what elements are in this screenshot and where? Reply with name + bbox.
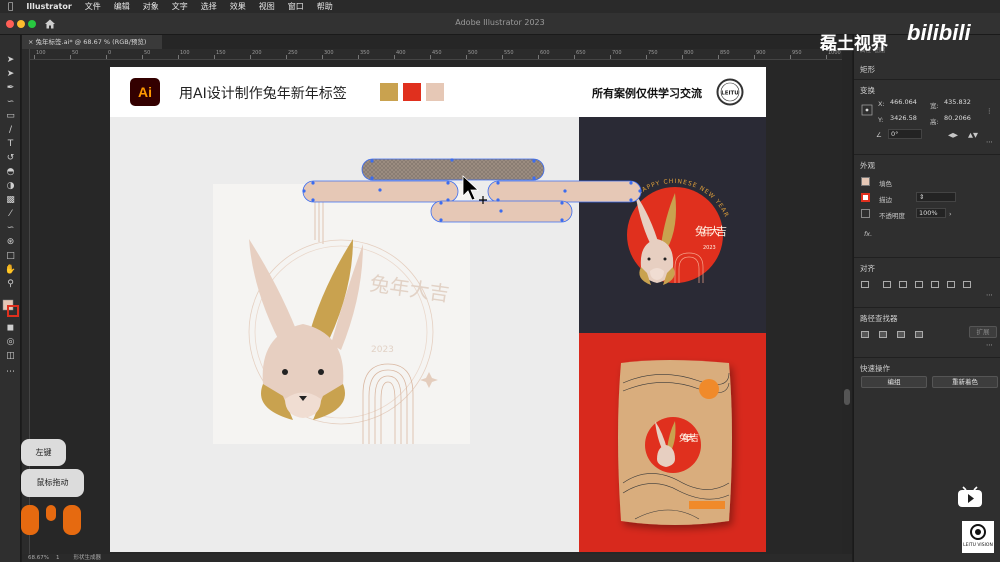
capsule-shape-top[interactable] [361, 158, 545, 181]
constrain-proportions-icon[interactable]: ⋮ [986, 107, 993, 115]
channel-watermark: 磊土视界 [820, 34, 888, 54]
object-type-label: 矩形 [860, 65, 875, 74]
opacity-icon [861, 209, 870, 218]
h-label: 高: [930, 118, 939, 126]
x-field[interactable]: 466.064 [888, 98, 924, 108]
y-field[interactable]: 3426.58 [888, 114, 924, 124]
align-top-icon[interactable] [915, 281, 923, 288]
opacity-label: 不透明度 [879, 212, 905, 220]
align-right-icon[interactable] [899, 281, 907, 288]
transform-title: 变换 [860, 86, 875, 95]
leitu-logo-text: LEITU VISION [963, 543, 993, 548]
minus-front-icon[interactable] [879, 331, 887, 338]
h-field[interactable]: 80.2066 [942, 114, 980, 124]
zoom-level[interactable]: 68.67% [28, 555, 49, 561]
opacity-field[interactable]: 100% [916, 208, 946, 218]
stroke-weight-field[interactable]: ⇕ [916, 192, 956, 202]
recolor-button[interactable]: 重新着色 [932, 376, 998, 388]
appearance-title: 外观 [860, 161, 875, 170]
current-tool-label: 形状生成器 [73, 555, 101, 561]
left-click-hint: 左键 [21, 439, 66, 466]
opacity-expand-icon[interactable]: › [949, 210, 952, 218]
stroke-label: 描边 [879, 196, 892, 204]
align-buttons [861, 281, 991, 291]
align-more-icon[interactable]: ⋯ [986, 291, 993, 299]
group-button[interactable]: 编组 [861, 376, 927, 388]
status-bar: 68.67% 1 形状生成器 [22, 554, 852, 562]
divider [854, 257, 1000, 258]
mouse-left-button-icon [21, 505, 39, 535]
x-label: X: [878, 100, 885, 108]
divider [854, 154, 1000, 155]
fill-label: 填色 [879, 180, 892, 188]
mouse-wheel-icon [46, 505, 56, 521]
align-left-icon[interactable] [861, 281, 869, 288]
intersect-icon[interactable] [897, 331, 905, 338]
fill-color-swatch[interactable] [861, 177, 870, 186]
align-title: 对齐 [860, 264, 875, 273]
distribute-icon[interactable] [963, 281, 971, 288]
stroke-color-swatch[interactable] [861, 193, 870, 202]
expand-button[interactable]: 扩展 [969, 326, 997, 338]
properties-panel: 属性 图层 矩形 变换 X: 466.064 宽: 435.832 Y: 342… [853, 35, 1000, 562]
exclude-icon[interactable] [915, 331, 923, 338]
divider [854, 307, 1000, 308]
align-vertical-center-icon[interactable] [931, 281, 939, 288]
quick-actions-title: 快速操作 [860, 364, 890, 373]
illustrator-window:  Illustrator 文件 编辑 对象 文字 选择 效果 视图 窗口 帮助… [0, 0, 1000, 562]
mouse-right-button-icon [63, 505, 81, 535]
pathfinder-buttons [861, 331, 941, 341]
effects-button[interactable]: fx. [864, 230, 872, 238]
leitu-vision-logo: LEITU VISION [962, 521, 994, 553]
pathfinder-title: 路径查找器 [860, 314, 898, 323]
bilibili-tv-icon [958, 486, 982, 507]
more-options-icon[interactable]: ⋯ [986, 138, 993, 146]
y-label: Y: [878, 116, 884, 124]
align-horizontal-center-icon[interactable] [883, 281, 891, 288]
flip-horizontal-icon[interactable]: ◀▶ [948, 131, 958, 139]
align-bottom-icon[interactable] [947, 281, 955, 288]
divider [854, 79, 1000, 80]
artboard-number[interactable]: 1 [56, 555, 60, 561]
bilibili-logo: bilibili [907, 20, 971, 45]
angle-field[interactable]: 0° [888, 129, 922, 139]
rotate-angle-icon: ∠ [876, 131, 882, 139]
flip-vertical-icon[interactable]: ▲▼ [968, 131, 978, 139]
w-field[interactable]: 435.832 [942, 98, 980, 108]
unite-icon[interactable] [861, 331, 869, 338]
w-label: 宽: [930, 102, 939, 110]
reference-point-icon[interactable] [861, 104, 873, 116]
selection-overlay [302, 158, 642, 223]
leitu-logo-icon [970, 524, 986, 540]
mouse-drag-hint: 鼠标拖动 [21, 469, 84, 497]
divider [854, 357, 1000, 358]
stroke-stepper-icon[interactable]: ⇕ [919, 193, 924, 201]
pathfinder-more-icon[interactable]: ⋯ [986, 341, 993, 349]
